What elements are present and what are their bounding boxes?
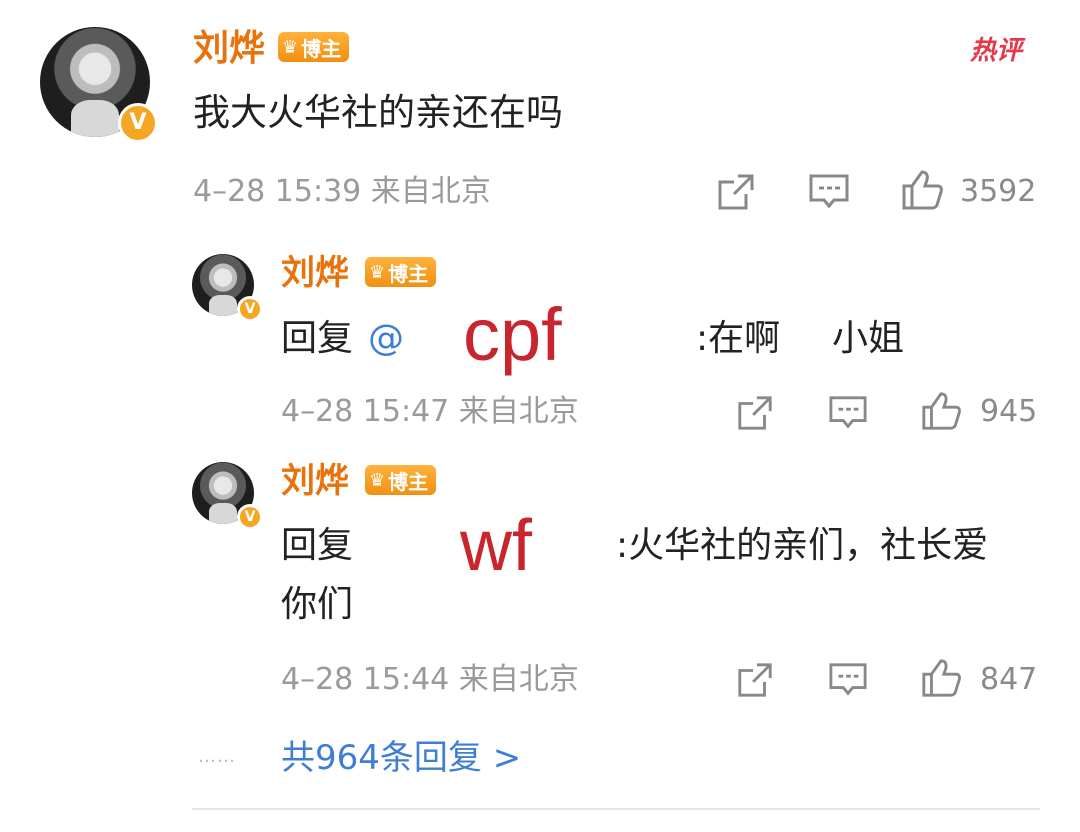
comment-text: 我大火华社的亲还在吗 bbox=[193, 91, 563, 134]
reply-prefix: 回复 bbox=[281, 318, 354, 359]
more-dots: …… bbox=[198, 746, 236, 767]
comment-meta: 4–28 15:39 来自北京 bbox=[193, 174, 491, 209]
blogger-badge: ♛ 博主 bbox=[278, 32, 350, 62]
comment-icon[interactable] bbox=[808, 172, 850, 216]
verified-badge-icon: V bbox=[118, 103, 158, 143]
comment-icon[interactable] bbox=[828, 661, 868, 703]
verified-badge-icon: V bbox=[237, 504, 263, 530]
share-icon[interactable] bbox=[716, 172, 756, 216]
reply-meta: 4–28 15:47 来自北京 bbox=[281, 394, 579, 429]
badge-label: 博主 bbox=[388, 469, 429, 494]
like-icon[interactable] bbox=[900, 168, 944, 216]
badge-label: 博主 bbox=[301, 36, 342, 61]
reply-body-line2: 你们 bbox=[281, 584, 354, 625]
verified-badge-icon: V bbox=[237, 296, 263, 322]
reply-author-name[interactable]: 刘烨 bbox=[281, 252, 349, 294]
like-count: 847 bbox=[980, 662, 1038, 697]
redacted-username: wf bbox=[460, 506, 532, 586]
like-icon[interactable] bbox=[920, 390, 962, 436]
blogger-badge: ♛ 博主 bbox=[365, 465, 437, 495]
reply-body: :火华社的亲们，社长爱 bbox=[616, 525, 989, 566]
mention-link[interactable]: @ bbox=[368, 316, 404, 362]
reply-prefix: 回复 bbox=[281, 525, 354, 566]
more-replies-link[interactable]: 共964条回复 > bbox=[281, 736, 521, 780]
reply-body: :在啊 bbox=[696, 318, 781, 359]
hot-comment-tag: 热评 bbox=[970, 36, 1023, 66]
reply-author-name[interactable]: 刘烨 bbox=[281, 460, 349, 502]
reply-meta: 4–28 15:44 来自北京 bbox=[281, 662, 579, 697]
crown-icon: ♛ bbox=[282, 36, 299, 58]
blogger-badge: ♛ 博主 bbox=[365, 257, 437, 287]
redacted-username: cpf bbox=[463, 293, 562, 376]
like-count: 945 bbox=[980, 394, 1038, 429]
like-count: 3592 bbox=[960, 174, 1037, 209]
reply-body-tail: 小姐 bbox=[832, 318, 905, 359]
divider bbox=[192, 808, 1040, 810]
like-icon[interactable] bbox=[920, 657, 962, 703]
share-icon[interactable] bbox=[736, 394, 774, 436]
badge-label: 博主 bbox=[388, 261, 429, 286]
share-icon[interactable] bbox=[736, 661, 774, 703]
crown-icon: ♛ bbox=[369, 261, 386, 283]
author-name[interactable]: 刘烨 bbox=[193, 27, 265, 71]
comment-icon[interactable] bbox=[828, 394, 868, 436]
crown-icon: ♛ bbox=[369, 469, 386, 491]
